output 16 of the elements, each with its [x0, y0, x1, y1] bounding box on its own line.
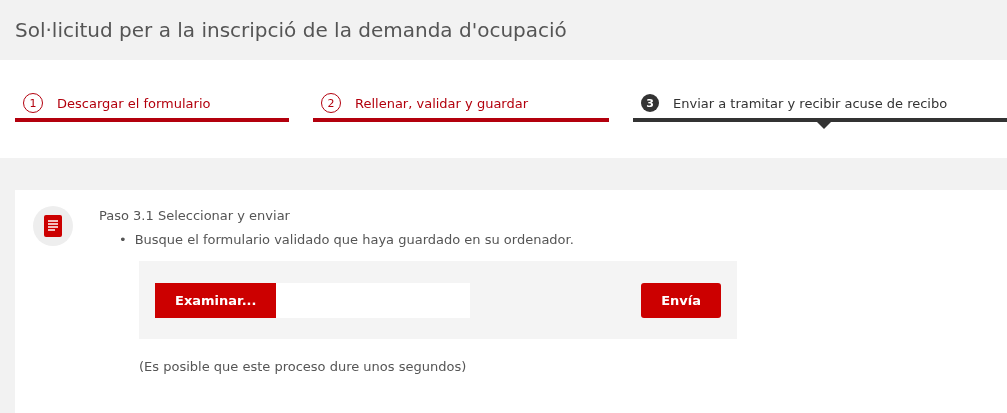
bullet-mark: •: [119, 231, 127, 249]
step-tab[interactable]: 3 Enviar a tramitar y recibir acuse de recibo: [633, 88, 1007, 118]
step-number: 3: [641, 94, 659, 112]
note-text: (Es posible que este proceso dure unos segundos): [139, 359, 468, 374]
step-label: Descargar el formulario: [57, 95, 211, 111]
step-label: Rellenar, validar y guardar: [355, 95, 529, 111]
send-button[interactable]: Envía: [641, 282, 721, 318]
step-tab[interactable]: 2 Rellenar, validar y guardar: [313, 88, 609, 118]
browse-button[interactable]: Examinar...: [155, 282, 277, 318]
step-label: Enviar a tramitar y recibir acuse de recibo: [673, 95, 948, 111]
document-icon: [33, 206, 73, 246]
step-tab[interactable]: 1 Descargar el formulario: [15, 88, 289, 118]
file-field[interactable]: Examinar...: [155, 282, 470, 318]
instruction-text: Busque el formulario validado que haya guardado en su ordenador.: [134, 231, 574, 249]
step-heading: Paso 3.1 Seleccionar y enviar: [99, 208, 291, 223]
page-title: Sol·licitud per a la inscripció de la demanda d'ocupació: [15, 18, 567, 42]
